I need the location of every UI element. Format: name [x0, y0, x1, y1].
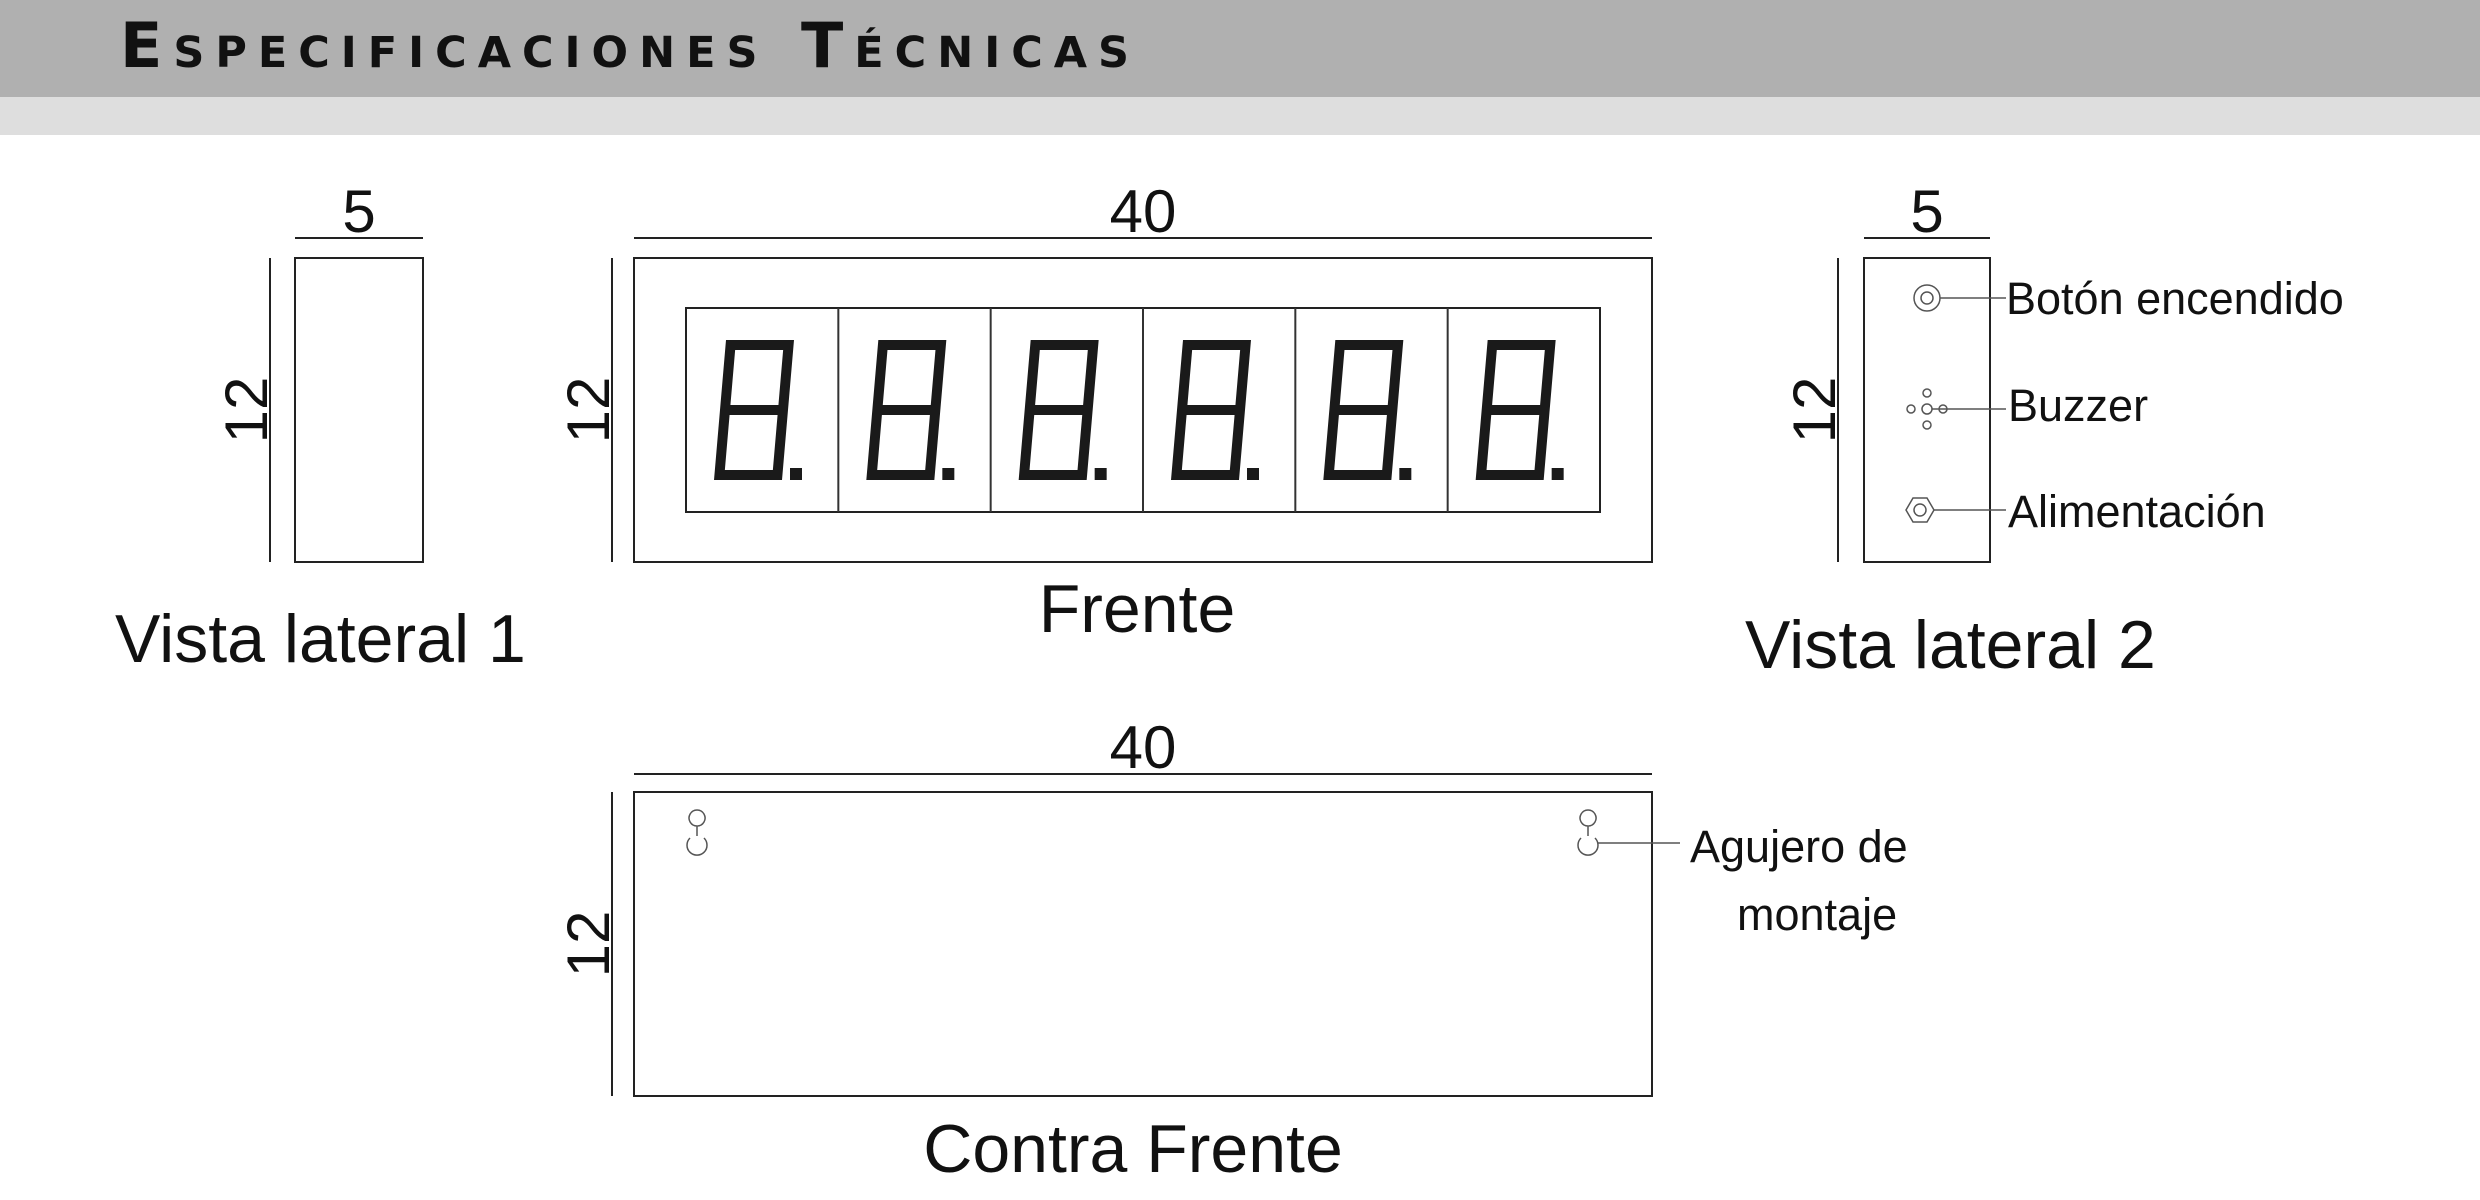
back-height-label: 12 — [555, 911, 622, 978]
front-view: 40 12 Frente — [555, 178, 1653, 647]
decimal-point — [942, 468, 955, 480]
decimal-point — [1551, 468, 1564, 480]
back-caption: Contra Frente — [923, 1111, 1343, 1187]
digit-segments — [1171, 340, 1251, 480]
front-caption: Frente — [1039, 571, 1236, 647]
side1-height-label: 12 — [213, 377, 280, 444]
seven-segment-digit — [1171, 340, 1259, 480]
side1-width-label: 5 — [342, 178, 375, 245]
side2-caption: Vista lateral 2 — [1745, 607, 2156, 683]
seven-segment-digit — [866, 340, 955, 480]
digit-segments — [714, 340, 794, 480]
digit-segments — [1018, 340, 1099, 480]
side2-height-label: 12 — [1781, 377, 1848, 444]
decimal-point — [790, 468, 802, 480]
back-outline — [633, 791, 1653, 1097]
back-width-label: 40 — [1110, 714, 1177, 781]
decimal-point — [1399, 468, 1412, 480]
technical-drawing: 5 12 Vista lateral 1 40 12 Frente 5 12 B… — [115, 178, 2344, 1187]
mount-hole-left-icon — [686, 809, 708, 856]
seven-segment-digits — [714, 308, 1564, 512]
power-button-icon — [1913, 284, 1941, 312]
side2-width-label: 5 — [1910, 178, 1943, 245]
seven-segment-digit — [1475, 340, 1564, 480]
front-width-label: 40 — [1110, 178, 1177, 245]
side1-outline — [294, 257, 424, 563]
mount-hole-right-icon — [1577, 809, 1599, 856]
seven-segment-digit — [714, 340, 802, 480]
seven-segment-digit — [1018, 340, 1107, 480]
power-jack-icon — [1905, 497, 1935, 523]
decimal-point — [1094, 468, 1107, 480]
digit-segments — [1475, 340, 1556, 480]
buzzer-callout: Buzzer — [2008, 380, 2148, 431]
power-supply-callout: Alimentación — [2008, 486, 2266, 537]
side-view-2: 5 12 Botón encendido Buzzer Alimentación… — [1745, 178, 2344, 683]
side1-caption: Vista lateral 1 — [115, 601, 526, 677]
seven-segment-digit — [1323, 340, 1412, 480]
mount-hole-callout-line2: montaje — [1737, 889, 1897, 940]
mount-hole-callout-line1: Agujero de — [1690, 821, 1908, 872]
digit-segments — [1323, 340, 1404, 480]
power-button-callout: Botón encendido — [2006, 273, 2344, 324]
side-view-1: 5 12 Vista lateral 1 — [115, 178, 526, 677]
back-view: 40 12 Agujero de montaje Contra Frente — [555, 714, 1908, 1187]
digit-segments — [866, 340, 947, 480]
decimal-point — [1247, 468, 1259, 480]
front-height-label: 12 — [555, 377, 622, 444]
